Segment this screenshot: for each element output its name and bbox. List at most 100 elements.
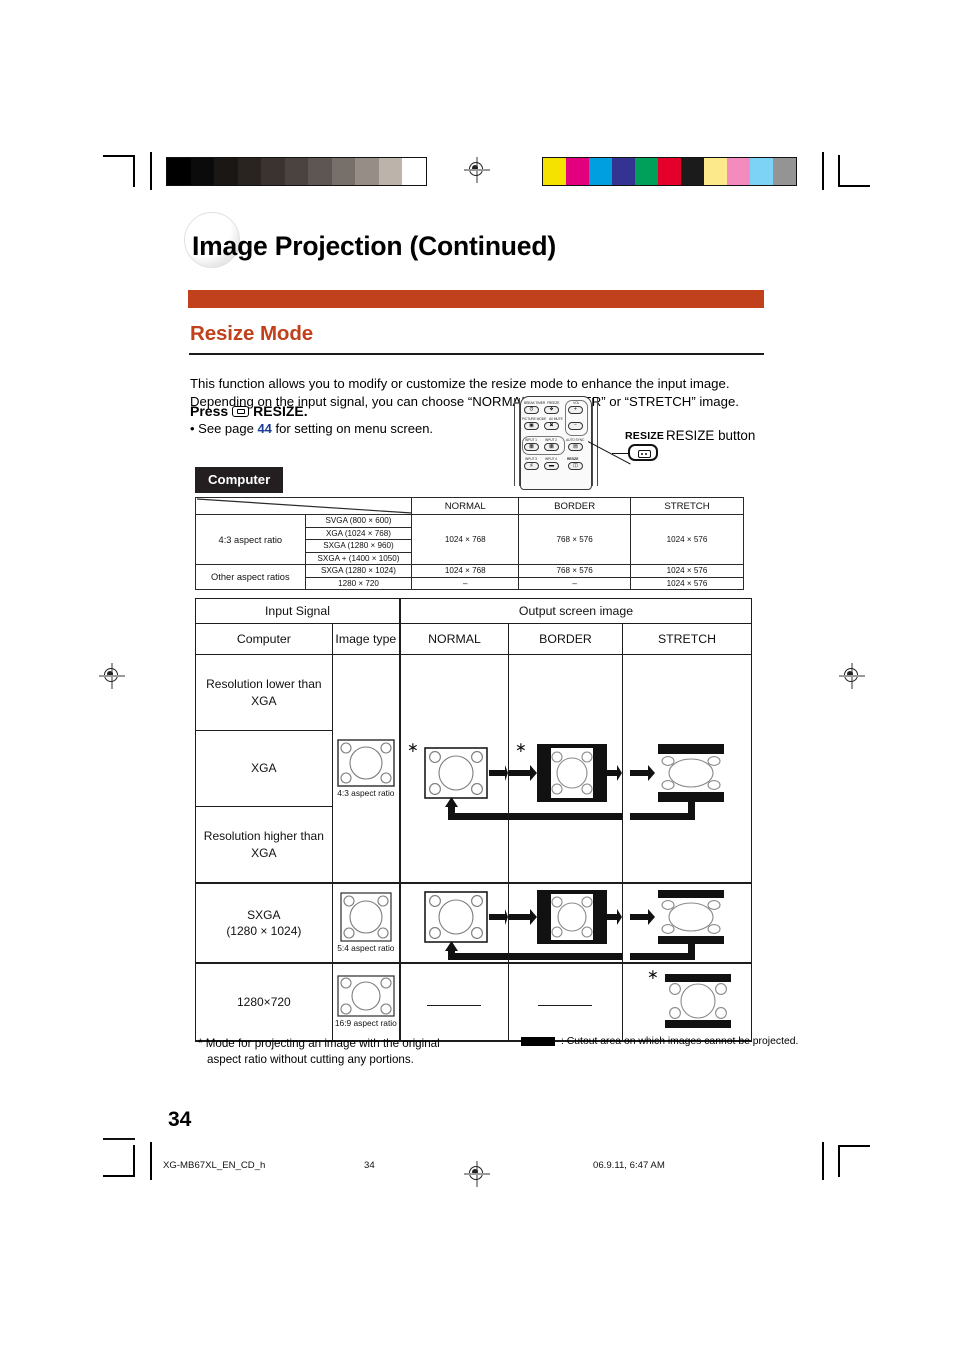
row-label-higher-than-xga: Resolution higher than XGA [195, 806, 333, 884]
cell-border-1280x720 [507, 962, 623, 1042]
cutout-swatch [521, 1037, 555, 1046]
diagram-normal-xga [424, 747, 508, 820]
registration-mark-top [464, 157, 490, 183]
footer-rule-left [103, 1138, 135, 1140]
auto-sync-glyph: ▤ [573, 443, 578, 450]
remote-label-picture-mode: PICTURE MODE [522, 417, 547, 421]
ratio-caption-4-3: 4:3 aspect ratio [337, 787, 395, 798]
aspect-group-4-3: 4:3 aspect ratio [195, 514, 306, 565]
section-divider [189, 353, 764, 356]
press-word: Press [190, 403, 229, 419]
crop-mark [838, 155, 840, 187]
cutout-legend: : Cutout area on which images cannot be … [521, 1036, 798, 1047]
col-header-border: BORDER [518, 497, 632, 515]
remote-label-input-3: INPUT 3 [525, 457, 537, 461]
ratio-caption-5-4: 5:4 aspect ratio [337, 943, 395, 954]
remote-label-av-mute: AV MUTE [549, 417, 563, 421]
value-border-1280x720: – [518, 576, 632, 590]
value-normal-sxga1024: 1024 × 768 [411, 564, 520, 578]
picture-mode-glyph: ▣ [529, 422, 534, 429]
crop-mark [822, 152, 824, 190]
remote-button-input-1: ▦ [524, 443, 539, 451]
row-label-xga: XGA [195, 730, 333, 807]
row-label-sxga-name: SXGA [247, 907, 281, 922]
diagram-stretch-xga [629, 744, 724, 820]
cell-normal-1280x720 [398, 962, 509, 1042]
section-heading: Resize Mode [190, 322, 314, 345]
source-badge-computer: Computer [195, 467, 284, 493]
remote-label-input-2: INPUT 2 [545, 438, 557, 442]
crop-mark [838, 1145, 840, 1177]
see-page-note: • See page 44 for setting on menu screen… [190, 421, 433, 436]
page-number: 34 [168, 1108, 192, 1131]
asterisk-normal-xga: ∗ [406, 739, 419, 755]
ratio-caption-16-9: 16:9 aspect ratio [334, 1018, 397, 1029]
image-type-cell-16-9: 16:9 aspect ratio [331, 962, 401, 1042]
registration-mark-right [839, 663, 865, 689]
crop-mark [838, 185, 870, 187]
crop-mark [838, 1145, 870, 1147]
page-title: Image Projection (Continued) [192, 231, 556, 261]
diagram-normal-sxga [424, 891, 508, 960]
crop-mark [103, 1175, 135, 1177]
col-header-normal: NORMAL [411, 497, 520, 515]
remote-button-freeze: ❖ [544, 406, 559, 414]
input4-glyph: ▬ [549, 462, 554, 469]
cell-border-xga-group: ∗ [507, 654, 623, 884]
remote-button-input-3: ♯ [524, 462, 539, 470]
remote-button-input-4: ▬ [544, 462, 559, 470]
resize-key-icon [232, 405, 250, 417]
grayscale-calibration-strip [166, 157, 427, 186]
page-reference-link[interactable]: 44 [257, 421, 271, 436]
registration-mark-left [99, 663, 125, 689]
crop-mark [133, 1145, 135, 1177]
dash-border-1280x720 [538, 1004, 593, 1006]
remote-button-vol-up: + [568, 406, 583, 414]
av-mute-glyph: ✖ [549, 422, 554, 429]
remote-button-break-timer: ⏱ [524, 406, 539, 414]
resolution-sxga960: SXGA (1280 × 960) [304, 539, 413, 553]
crop-mark [103, 155, 135, 157]
crop-mark [150, 152, 152, 190]
diagram-border-sxga [508, 890, 622, 960]
value-border-sxga1024: 768 × 576 [518, 564, 632, 578]
header-input-signal: Input Signal [194, 598, 401, 624]
thumb-16-9-aspect [337, 975, 395, 1017]
remote-body: BREAK TIMER FREEZE VOL ⏱ ❖ + PICTURE MOD… [520, 396, 592, 490]
press-instruction: Press RESIZE. [190, 403, 308, 419]
remote-button-vol-down: − [568, 422, 583, 430]
input1-glyph: ▦ [529, 443, 534, 450]
row-label-lower-than-xga: Resolution lower than XGA [195, 654, 333, 731]
remote-button-resize: ◫ [568, 462, 583, 470]
input3-glyph: ♯ [530, 462, 533, 469]
cell-border-sxga [507, 882, 623, 964]
value-stretch-4-3: 1024 × 576 [630, 514, 744, 565]
crop-mark [150, 1142, 152, 1180]
remote-button-auto-sync: ▤ [568, 443, 583, 451]
callout-description: RESIZE button [666, 428, 756, 443]
minus-icon: − [574, 422, 577, 429]
callout-key-label: RESIZE [625, 430, 665, 442]
dash-normal-1280x720 [427, 1004, 482, 1006]
see-page-suffix: for setting on menu screen. [271, 421, 434, 436]
resolution-sxga-plus: SXGA + (1400 × 1050) [304, 551, 413, 565]
col-header-stretch: STRETCH [630, 497, 744, 515]
freeze-glyph: ❖ [549, 406, 554, 413]
color-calibration-strip [542, 157, 797, 186]
diagram-stretch-sxga [629, 890, 724, 960]
remote-label-auto-sync: AUTO SYNC [566, 438, 585, 442]
resolution-svga: SVGA (800 × 600) [304, 514, 413, 528]
cell-stretch-1280x720: ∗ [621, 962, 753, 1042]
print-footer-date: 06.9.11, 6:47 AM [593, 1160, 665, 1171]
document-page: Image Projection (Continued) Resize Mode… [0, 0, 954, 1351]
thumb-4-3-aspect [337, 738, 395, 787]
remote-label-freeze: FREEZE [547, 401, 560, 405]
cell-normal-sxga [398, 882, 509, 964]
registration-mark-bottom [464, 1161, 490, 1187]
cell-stretch-xga-group [621, 654, 753, 884]
resolution-table: NORMAL BORDER STRETCH 4:3 aspect ratio S… [194, 497, 744, 590]
asterisk-footnote: * Mode for projecting an image with the … [198, 1036, 440, 1067]
resize-button-callout-icon [628, 444, 658, 461]
asterisk-border-xga: ∗ [514, 739, 527, 755]
remote-button-picture-mode: ▣ [524, 422, 539, 430]
